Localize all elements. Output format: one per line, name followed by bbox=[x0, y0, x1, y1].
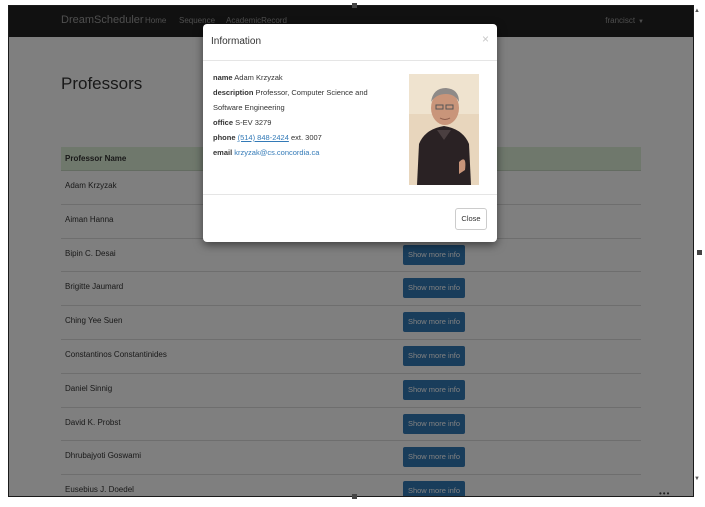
office-field: office S-EV 3279 bbox=[213, 115, 398, 130]
professor-portrait-image bbox=[409, 74, 479, 185]
phone-field: phone (514) 848-2424 ext. 3007 bbox=[213, 130, 398, 145]
close-button[interactable]: Close bbox=[455, 208, 487, 230]
description-label: description bbox=[213, 88, 254, 97]
browser-viewport: DreamScheduler Home Sequence AcademicRec… bbox=[8, 5, 694, 497]
email-label: email bbox=[213, 148, 233, 157]
modal-body: name Adam Krzyzak description Professor,… bbox=[213, 70, 398, 160]
more-options-icon[interactable]: ••• bbox=[659, 489, 670, 498]
scrollbar[interactable]: ▲ ▼ bbox=[694, 8, 701, 486]
information-modal: Information × name Adam Krzyzak descript… bbox=[203, 24, 497, 242]
resize-handle-top[interactable] bbox=[352, 3, 357, 8]
close-icon[interactable]: × bbox=[482, 32, 489, 46]
resize-handle-bottom[interactable] bbox=[352, 494, 357, 499]
description-value-line1: Professor, Computer Science and bbox=[255, 88, 368, 97]
phone-extension: ext. 3007 bbox=[290, 133, 322, 142]
scroll-up-icon[interactable]: ▲ bbox=[694, 8, 700, 14]
modal-title: Information bbox=[211, 36, 262, 47]
professor-photo bbox=[409, 74, 479, 185]
office-value: S-EV 3279 bbox=[235, 118, 272, 127]
modal-footer: Close bbox=[203, 194, 497, 243]
description-field: description Professor, Computer Science … bbox=[213, 85, 398, 100]
scroll-down-icon[interactable]: ▼ bbox=[694, 476, 700, 482]
email-link[interactable]: krzyzak@cs.concordia.ca bbox=[234, 148, 319, 157]
office-label: office bbox=[213, 118, 234, 127]
phone-link[interactable]: (514) 848-2424 bbox=[238, 133, 289, 142]
phone-label: phone bbox=[213, 133, 236, 142]
name-label: name bbox=[213, 73, 233, 82]
email-field: email krzyzak@cs.concordia.ca bbox=[213, 145, 398, 160]
description-value-line2: Software Engineering bbox=[213, 103, 285, 112]
name-field: name Adam Krzyzak bbox=[213, 70, 398, 85]
modal-header: Information × bbox=[203, 24, 497, 61]
name-value: Adam Krzyzak bbox=[234, 73, 283, 82]
